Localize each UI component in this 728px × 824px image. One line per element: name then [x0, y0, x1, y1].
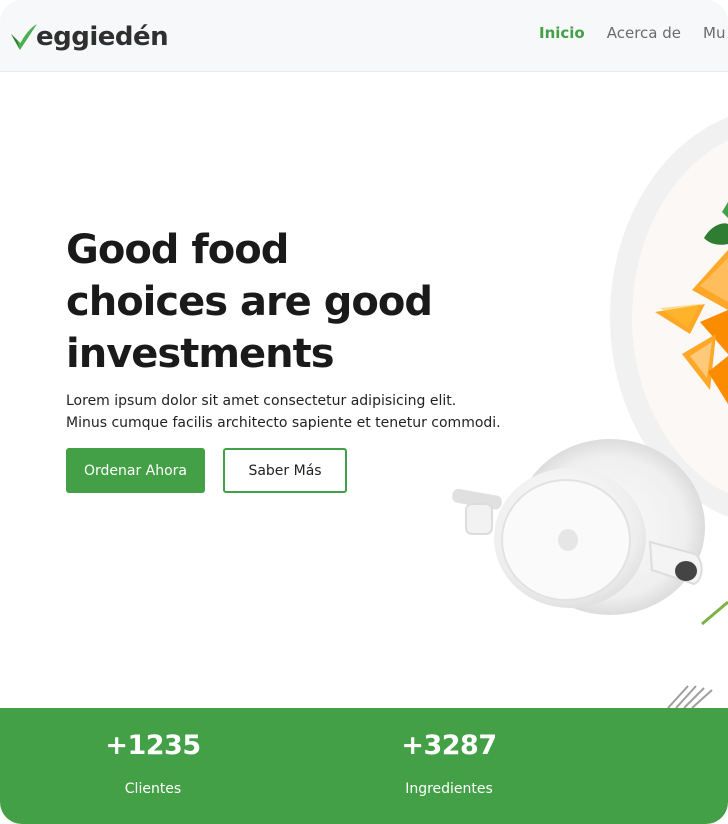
stats-bar: +1235 Clientes +3287 Ingredientes +1 S: [0, 708, 728, 824]
stat-label: Clientes: [124, 781, 182, 797]
check-leaf-icon: [11, 24, 37, 50]
main-nav: Inicio Acerca de Mu: [539, 24, 728, 42]
brand-name: eggiedén: [36, 22, 169, 52]
nav-link-menu[interactable]: Mu: [703, 24, 725, 42]
hero-description: Lorem ipsum dolor sit amet consectetur a…: [66, 390, 536, 434]
hero-description-line: Minus cumque facilis architecto sapiente…: [66, 415, 501, 431]
nav-link-acerca-de[interactable]: Acerca de: [607, 24, 681, 42]
stat-value: +1235: [105, 730, 201, 761]
brand-logo[interactable]: eggiedén: [10, 14, 169, 54]
hero-section: Good food choices are good investments L…: [0, 72, 728, 708]
stat-value: +3287: [401, 730, 497, 761]
hero-headline: Good food choices are good investments: [66, 224, 506, 380]
hero-description-line: Lorem ipsum dolor sit amet consectetur a…: [66, 393, 457, 409]
learn-more-button[interactable]: Saber Más: [223, 448, 347, 493]
hero-headline-line: choices are good: [66, 279, 433, 325]
stat-label: Ingredientes: [405, 781, 493, 797]
order-now-button[interactable]: Ordenar Ahora: [66, 448, 205, 493]
hero-headline-line: investments: [66, 331, 335, 377]
nav-link-inicio[interactable]: Inicio: [539, 24, 585, 42]
hero-headline-line: Good food: [66, 227, 289, 273]
page-frame: eggiedén Inicio Acerca de Mu Good food c…: [0, 0, 728, 824]
site-header: eggiedén Inicio Acerca de Mu: [0, 0, 728, 72]
